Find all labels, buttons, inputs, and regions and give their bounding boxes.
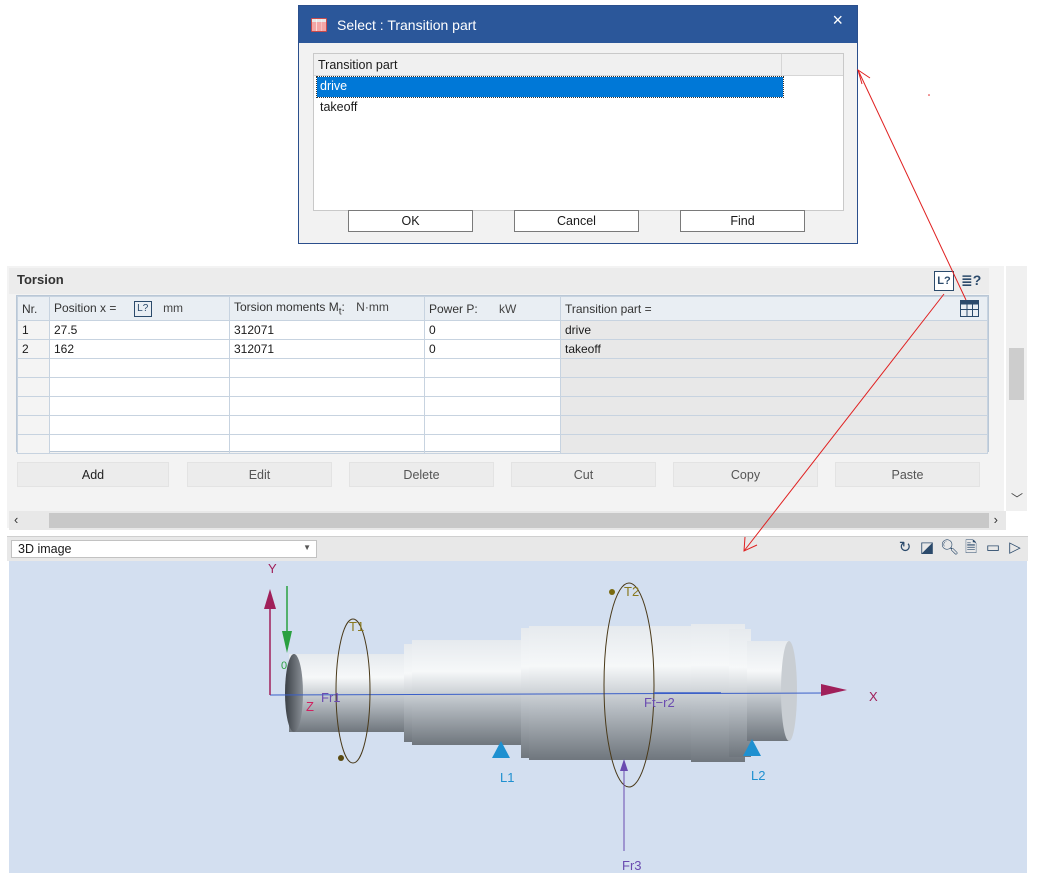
- vertical-scrollbar[interactable]: ﹀: [1006, 266, 1027, 511]
- scroll-right-icon[interactable]: ›: [994, 512, 998, 527]
- position-unit: mm: [163, 300, 184, 315]
- power-unit: kW: [499, 301, 517, 316]
- row-nr: 1: [17, 320, 50, 340]
- position-graph-icon[interactable]: L?: [133, 300, 152, 317]
- l2-label: L2: [751, 768, 765, 783]
- fr2-label: Ft−r2: [644, 695, 675, 710]
- table-row-empty[interactable]: [17, 358, 988, 378]
- rotate-icon[interactable]: ↻: [896, 539, 914, 557]
- window-icon[interactable]: ▭: [984, 539, 1002, 557]
- row-power[interactable]: 0: [424, 339, 561, 359]
- cube-view-icon[interactable]: ◪: [918, 539, 936, 557]
- table-icon: [311, 18, 327, 32]
- column-header-transition-part[interactable]: Transition part: [314, 54, 782, 76]
- shaft-3d-scene: Y X Z 0 T1 T2 Fr1 Fr3 Ft−r2 L1 L2: [264, 561, 878, 873]
- annotation-dot: [928, 94, 930, 96]
- torsion-title-bar: [9, 268, 989, 294]
- z-axis-label: Z: [306, 699, 314, 714]
- edit-button[interactable]: Edit: [187, 462, 332, 487]
- horizontal-scroll-thumb[interactable]: [49, 513, 989, 528]
- dialog-title: Select : Transition part: [337, 17, 477, 33]
- t1-label: T1: [349, 619, 364, 634]
- t2-label: T2: [624, 584, 639, 599]
- col-position: Position x = L? mm: [49, 296, 230, 321]
- table-row[interactable]: 2 162 312071 0 takeoff: [17, 339, 988, 359]
- row-position[interactable]: 162: [49, 339, 230, 359]
- torsion-unit: N·mm: [356, 299, 389, 314]
- view-type-select[interactable]: 3D image ▼: [11, 540, 317, 558]
- table-row[interactable]: 1 27.5 312071 0 drive: [17, 320, 988, 340]
- list-item-drive[interactable]: drive: [316, 76, 784, 98]
- table-row-empty[interactable]: [17, 434, 988, 454]
- chevron-down-icon: ▼: [303, 543, 311, 552]
- play-icon[interactable]: ▷: [1008, 539, 1022, 557]
- row-power[interactable]: 0: [424, 320, 561, 340]
- col-power: Power P: kW: [424, 296, 561, 321]
- dialog-titlebar[interactable]: Select : Transition part ×: [299, 6, 857, 43]
- row-moment[interactable]: 312071: [229, 320, 425, 340]
- table-select-icon[interactable]: [960, 300, 979, 317]
- row-nr: 2: [17, 339, 50, 359]
- row-moment[interactable]: 312071: [229, 339, 425, 359]
- list-header: Transition part: [314, 54, 843, 76]
- annotation-arrowhead-top: [857, 68, 871, 85]
- table-header-row: Nr. Position x = L? mm Torsion moments M…: [17, 296, 988, 321]
- origin-label: 0: [281, 660, 287, 672]
- close-icon[interactable]: ×: [832, 10, 843, 31]
- scroll-down-icon[interactable]: ﹀: [1011, 490, 1023, 507]
- cancel-button[interactable]: Cancel: [514, 210, 639, 232]
- transition-part-list[interactable]: Transition part drive takeoff: [313, 53, 844, 211]
- vertical-scroll-thumb[interactable]: [1009, 348, 1024, 400]
- paste-button[interactable]: Paste: [835, 462, 980, 487]
- horizontal-scrollbar[interactable]: ‹ ›: [9, 511, 1006, 530]
- view-type-value: 3D image: [18, 542, 72, 556]
- table-row-empty[interactable]: [17, 396, 988, 416]
- 3d-viewport[interactable]: Y X Z 0 T1 T2 Fr1 Fr3 Ft−r2 L1 L2: [9, 561, 1027, 873]
- fr1-label: Fr1: [321, 690, 341, 705]
- edit-graph-icon[interactable]: L?: [934, 271, 954, 291]
- list-item-takeoff[interactable]: takeoff: [317, 98, 783, 118]
- torsion-table: Nr. Position x = L? mm Torsion moments M…: [16, 295, 989, 454]
- y-axis-label: Y: [268, 561, 277, 576]
- copy-button[interactable]: Copy: [673, 462, 818, 487]
- row-transition[interactable]: takeoff: [560, 339, 988, 359]
- ok-button[interactable]: OK: [348, 210, 473, 232]
- row-transition[interactable]: drive: [560, 320, 988, 340]
- l1-label: L1: [500, 770, 514, 785]
- select-transition-part-dialog: Select : Transition part × Transition pa…: [298, 5, 858, 244]
- col-nr: Nr.: [17, 296, 50, 321]
- help-list-icon[interactable]: ≣?: [961, 271, 981, 291]
- table-row-empty[interactable]: [17, 415, 988, 435]
- zoom-icon[interactable]: 🔍︎: [940, 539, 959, 557]
- torsion-title: Torsion: [17, 272, 64, 287]
- cut-button[interactable]: Cut: [511, 462, 656, 487]
- table-row-empty[interactable]: [17, 377, 988, 397]
- col-torsion-moment: Torsion moments Mt: N·mm: [229, 296, 425, 321]
- row-position[interactable]: 27.5: [49, 320, 230, 340]
- export-icon[interactable]: 🗎: [962, 539, 980, 557]
- find-button[interactable]: Find: [680, 210, 805, 232]
- delete-button[interactable]: Delete: [349, 462, 494, 487]
- col-transition-part: Transition part =: [560, 296, 988, 321]
- scroll-left-icon[interactable]: ‹: [14, 512, 18, 527]
- fr3-label: Fr3: [622, 858, 642, 873]
- x-axis-label: X: [869, 689, 878, 704]
- add-button[interactable]: Add: [17, 462, 169, 487]
